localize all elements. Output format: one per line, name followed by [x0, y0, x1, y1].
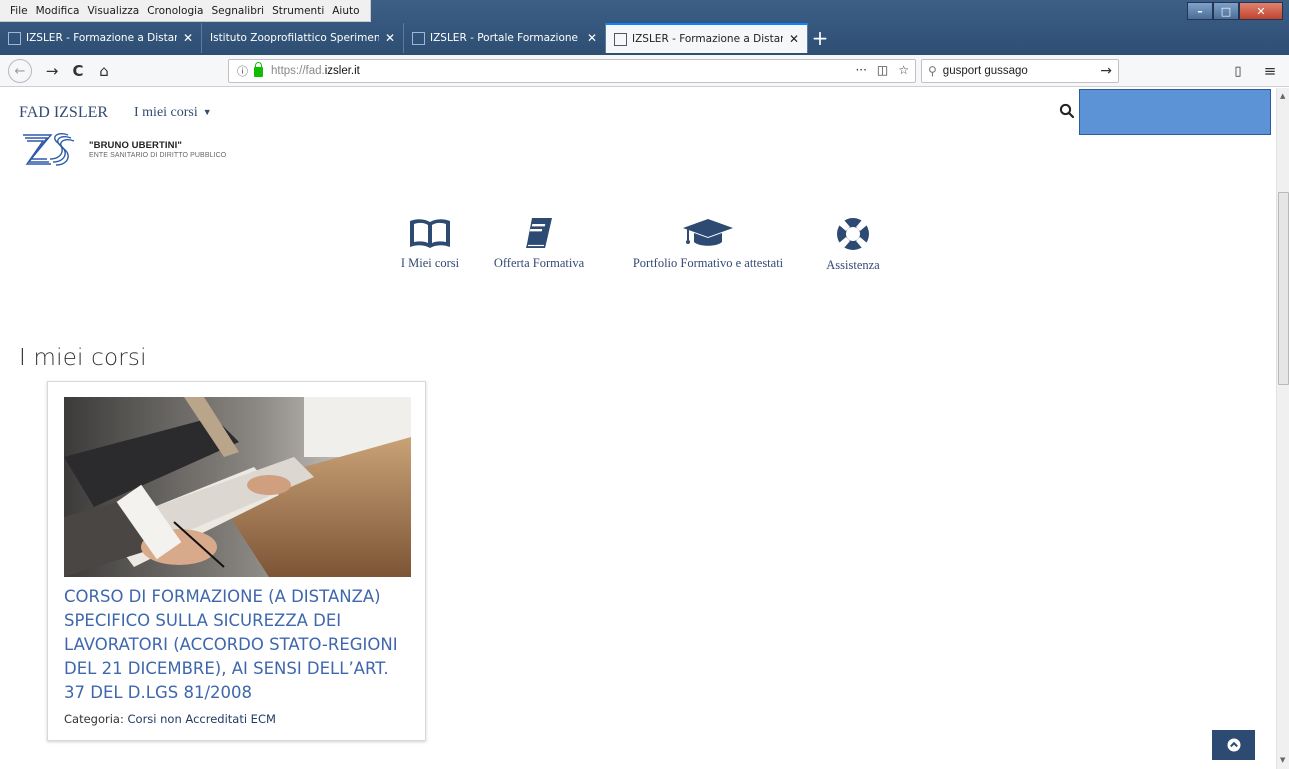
browser-tab-active[interactable]: IZSLER - Formazione a Distanza ✕ — [606, 23, 808, 53]
life-ring-icon — [837, 218, 869, 250]
search-go-icon[interactable]: → — [1100, 63, 1112, 79]
search-icon[interactable] — [1058, 102, 1076, 120]
logo-text: "BRUNO UBERTINI" ENTE SANITARIO DI DIRIT… — [89, 140, 227, 159]
menu-aiuto[interactable]: Aiuto — [328, 5, 363, 17]
back-button[interactable]: ← — [8, 59, 32, 83]
page-scrollbar[interactable]: ▲ ▼ — [1276, 88, 1289, 769]
close-tab-icon[interactable]: ✕ — [183, 31, 193, 45]
tab-strip: IZSLER - Formazione a Distanza ✕ Istitut… — [0, 23, 832, 53]
browser-tab-2[interactable]: Istituto Zooprofilattico Sperimental ✕ — [202, 23, 404, 53]
home-button[interactable]: ⌂ — [92, 59, 116, 83]
browser-tab-3[interactable]: IZSLER - Portale Formazione - ( ✕ — [404, 23, 606, 53]
forward-button[interactable]: → — [40, 59, 64, 83]
graduation-cap-icon — [683, 219, 733, 246]
category-link[interactable]: Corsi non Accreditati ECM — [128, 712, 276, 726]
lock-icon — [254, 62, 263, 77]
close-window-button[interactable]: ✕ — [1239, 2, 1283, 20]
url-text: https://fad.izsler.it — [271, 65, 360, 77]
sidebar-toggle-icon[interactable]: ▯ — [1226, 59, 1250, 83]
user-menu-box[interactable] — [1079, 89, 1271, 135]
scroll-up-icon[interactable]: ▲ — [1280, 92, 1285, 100]
scrollbar-thumb[interactable] — [1278, 192, 1289, 385]
book-open-icon — [410, 219, 450, 248]
izsler-logo: "BRUNO UBERTINI" ENTE SANITARIO DI DIRIT… — [19, 132, 319, 172]
course-image[interactable] — [64, 397, 411, 577]
tab-label: IZSLER - Portale Formazione - ( — [430, 32, 581, 44]
book-icon — [526, 218, 552, 248]
page-actions-icon[interactable]: ··· — [855, 63, 866, 77]
close-tab-icon[interactable]: ✕ — [789, 32, 799, 46]
section-title: I miei corsi — [19, 345, 147, 371]
search-icon: ⚲ — [928, 64, 937, 78]
menu-bar: File Modifica Visualizza Cronologia Segn… — [0, 0, 371, 22]
minimize-button[interactable]: – — [1187, 2, 1213, 20]
close-tab-icon[interactable]: ✕ — [587, 31, 597, 45]
favicon-icon — [614, 32, 627, 46]
favicon-icon — [412, 31, 425, 45]
chevron-up-icon — [1227, 738, 1240, 752]
favicon-icon — [8, 31, 21, 45]
quicklink-offerta-formativa[interactable]: Offerta Formativa — [486, 216, 592, 271]
course-category: Categoria: Corsi non Accreditati ECM — [64, 712, 276, 726]
quicklink-my-courses[interactable]: I Miei corsi — [397, 216, 463, 271]
url-bar[interactable]: ⓘ https://fad.izsler.it ··· ◫ ☆ — [228, 59, 916, 83]
menu-strumenti[interactable]: Strumenti — [268, 5, 328, 17]
scroll-down-icon[interactable]: ▼ — [1280, 756, 1285, 764]
window-controls: – □ ✕ — [1187, 2, 1283, 20]
maximize-button[interactable]: □ — [1213, 2, 1239, 20]
bookmark-star-icon[interactable]: ☆ — [898, 63, 909, 77]
menu-segnalibri[interactable]: Segnalibri — [207, 5, 268, 17]
tab-label: Istituto Zooprofilattico Sperimental — [210, 32, 379, 44]
new-tab-button[interactable]: + — [808, 23, 832, 53]
browser-search-bar[interactable]: ⚲ gusport gussago → — [921, 59, 1119, 83]
page-content: FAD IZSLER I miei corsi ▼ "BRUNO UBERTINI… — [0, 88, 1276, 769]
info-icon[interactable]: ⓘ — [237, 63, 248, 79]
caret-down-icon: ▼ — [202, 107, 212, 117]
site-brand-link[interactable]: FAD IZSLER — [19, 104, 108, 122]
back-to-top-button[interactable] — [1212, 730, 1255, 760]
browser-tab-1[interactable]: IZSLER - Formazione a Distanza ✕ — [0, 23, 202, 53]
pocket-icon[interactable]: ◫ — [877, 63, 888, 77]
menu-cronologia[interactable]: Cronologia — [143, 5, 207, 17]
izs-logo-mark — [23, 133, 75, 166]
search-input[interactable]: gusport gussago — [943, 65, 1028, 77]
quicklink-assistenza[interactable]: Assistenza — [822, 216, 884, 273]
reload-button[interactable]: C — [66, 59, 90, 83]
tab-label: IZSLER - Formazione a Distanza — [26, 32, 177, 44]
quick-links: I Miei corsi Offerta Formativa Portfolio… — [0, 216, 1276, 276]
tab-label: IZSLER - Formazione a Distanza — [632, 33, 783, 45]
close-tab-icon[interactable]: ✕ — [385, 31, 395, 45]
site-navbar: FAD IZSLER I miei corsi ▼ — [0, 88, 1276, 136]
app-menu-icon[interactable]: ≡ — [1258, 59, 1282, 83]
menu-visualizza[interactable]: Visualizza — [83, 5, 143, 17]
course-title-link[interactable]: CORSO DI FORMAZIONE (A DISTANZA) SPECIFI… — [64, 585, 414, 705]
navigation-toolbar: ← → C ⌂ ⓘ https://fad.izsler.it ··· ◫ ☆ … — [0, 55, 1289, 87]
my-courses-dropdown[interactable]: I miei corsi ▼ — [134, 105, 212, 121]
menu-file[interactable]: File — [6, 5, 32, 17]
quicklink-portfolio[interactable]: Portfolio Formativo e attestati — [618, 216, 798, 271]
course-card[interactable]: CORSO DI FORMAZIONE (A DISTANZA) SPECIFI… — [47, 381, 426, 741]
menu-modifica[interactable]: Modifica — [32, 5, 84, 17]
